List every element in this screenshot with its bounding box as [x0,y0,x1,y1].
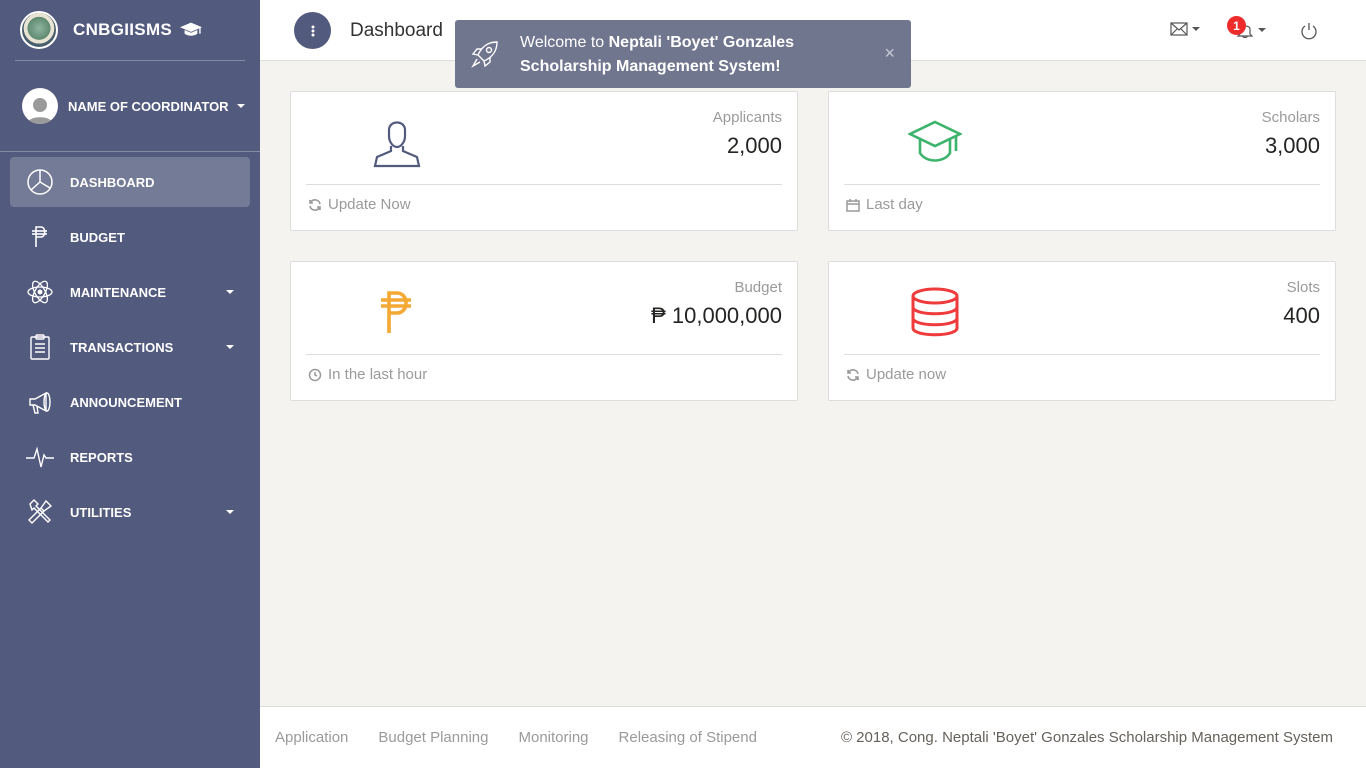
notification-suffix: ! [775,58,781,75]
logo-icon [20,11,58,49]
sidebar-item-label: TRANSACTIONS [70,339,174,355]
megaphone-icon [26,388,54,416]
sidebar-item-budget[interactable]: BUDGET [10,212,250,262]
sidebar-item-maintenance[interactable]: MAINTENANCE [10,267,250,317]
divider [306,354,782,355]
power-icon [1301,23,1317,40]
chevron-down-icon [1192,27,1200,31]
stat-card-slots: Slots 400 Update now [828,261,1336,401]
graduation-cap-icon [907,114,962,169]
chevron-down-icon [236,104,245,108]
user-name: NAME OF COORDINATOR [68,98,229,114]
sidebar-item-label: UTILITIES [70,504,132,520]
user-icon [369,114,424,169]
sidebar: CNBGIISMS NAME OF COORDINATOR DASHBOARD … [0,0,260,768]
sidebar-item-dashboard[interactable]: DASHBOARD [10,157,250,207]
peso-icon [369,284,424,339]
atom-icon [26,278,54,306]
chevron-down-icon [226,290,234,294]
brand[interactable]: CNBGIISMS [15,0,245,61]
card-footer[interactable]: Update Now [308,196,411,213]
clock-icon [308,368,322,381]
card-value: 2,000 [726,133,782,158]
sidebar-item-utilities[interactable]: UTILITIES [10,487,250,537]
sidebar-item-label: REPORTS [70,449,133,465]
chevron-down-icon [226,510,234,514]
user-menu[interactable]: NAME OF COORDINATOR [0,61,260,152]
more-vertical-icon [311,25,314,36]
sidebar-nav: DASHBOARD BUDGET MAINTENANCE TRANSACTION… [0,157,260,537]
divider [306,184,782,185]
pulse-icon [26,443,54,471]
footer-links: Application Budget Planning Monitoring R… [275,729,787,746]
footer-link-releasing-of-stipend[interactable]: Releasing of Stipend [619,729,757,746]
stat-card-scholars: Scholars 3,000 Last day [828,91,1336,231]
database-icon [907,284,962,339]
menu-toggle-button[interactable] [294,12,331,49]
card-footer-text: Update Now [328,196,411,213]
sidebar-item-label: ANNOUNCEMENT [70,394,182,410]
footer: Application Budget Planning Monitoring R… [260,706,1366,768]
sidebar-item-label: DASHBOARD [70,174,155,190]
close-icon[interactable]: × [884,44,895,62]
refresh-icon [309,198,321,211]
card-title: Applicants [712,109,782,126]
sidebar-item-announcement[interactable]: ANNOUNCEMENT [10,377,250,427]
tools-icon [26,498,54,526]
footer-link-budget-planning[interactable]: Budget Planning [378,729,488,746]
footer-link-monitoring[interactable]: Monitoring [518,729,588,746]
messages-dropdown[interactable] [1170,22,1200,36]
card-title: Budget [734,279,782,296]
card-footer-text: In the last hour [328,366,428,383]
divider [844,354,1320,355]
card-title: Slots [1286,279,1320,296]
avatar [22,88,58,124]
stat-card-applicants: Applicants 2,000 Update Now [290,91,798,231]
chevron-down-icon [226,345,234,349]
card-value: ₱ 10,000,000 [651,303,782,328]
notification-prefix: Welcome to [520,34,609,51]
brand-name: CNBGIISMS [73,20,173,39]
graduation-cap-icon [180,22,203,36]
rocket-icon [471,41,498,68]
notification-message: Welcome to Neptali 'Boyet' Gonzales Scho… [520,31,860,79]
card-footer-text: Last day [866,196,923,213]
sidebar-item-label: MAINTENANCE [70,284,167,300]
pie-chart-icon [26,168,54,196]
page-title: Dashboard [350,20,443,41]
notification-badge: 1 [1227,16,1246,35]
stat-card-budget: Budget ₱ 10,000,000 In the last hour [290,261,798,401]
card-value: 3,000 [1264,133,1320,158]
footer-link-application[interactable]: Application [275,729,348,746]
peso-icon [26,223,54,251]
logout-button[interactable] [1300,22,1318,40]
divider [844,184,1320,185]
card-footer[interactable]: Update now [846,366,946,383]
sidebar-item-transactions[interactable]: TRANSACTIONS [10,322,250,372]
card-footer-text: Update now [866,366,947,383]
sidebar-item-reports[interactable]: REPORTS [10,432,250,482]
refresh-icon [847,368,859,381]
copyright: © 2018, Cong. Neptali 'Boyet' Gonzales S… [840,729,1333,746]
card-footer[interactable]: Last day [846,196,923,213]
mail-icon [1170,22,1188,36]
clipboard-icon [26,333,54,361]
card-title: Scholars [1261,109,1320,126]
chevron-down-icon [1258,28,1266,32]
card-footer[interactable]: In the last hour [308,366,427,383]
card-value: 400 [1283,303,1320,328]
welcome-notification: Welcome to Neptali 'Boyet' Gonzales Scho… [455,20,911,88]
calendar-icon [846,198,860,212]
sidebar-item-label: BUDGET [70,229,125,245]
